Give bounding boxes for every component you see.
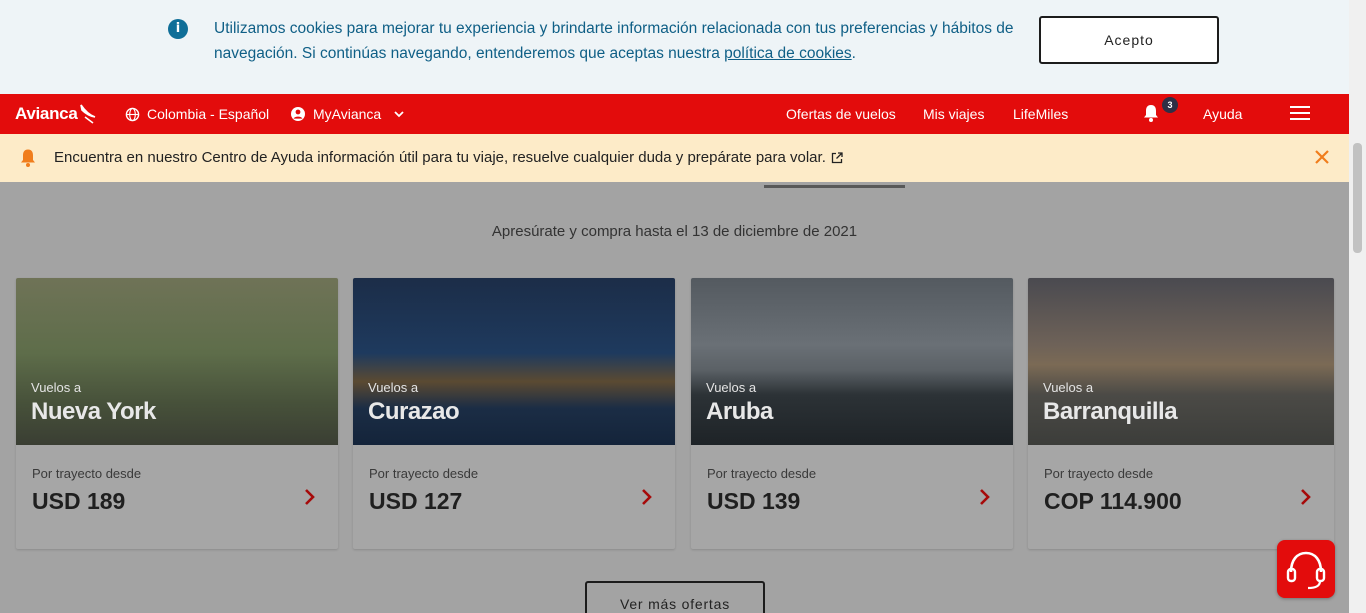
bell-icon[interactable]	[1142, 103, 1160, 123]
notification-badge: 3	[1162, 97, 1178, 113]
active-tab-indicator	[764, 185, 905, 188]
card-from-label: Por trayecto desde	[707, 466, 817, 481]
logo-text: Avianca	[15, 104, 78, 123]
offers-section: Apresúrate y compra hasta el 13 de dicie…	[0, 182, 1349, 613]
card-price: USD 139	[707, 488, 801, 514]
chevron-right-icon[interactable]	[304, 488, 316, 506]
main-navbar: Avianca Colombia - Español MyAvianca Ofe…	[0, 94, 1349, 134]
account-menu[interactable]: MyAvianca	[290, 106, 404, 122]
logo-bird-icon	[80, 104, 96, 124]
nav-help[interactable]: Ayuda	[1203, 106, 1242, 122]
offers-subtitle: Apresúrate y compra hasta el 13 de dicie…	[491, 223, 858, 240]
chevron-right-icon[interactable]	[979, 488, 991, 506]
headset-icon	[1286, 551, 1326, 590]
avianca-logo[interactable]: Avianca	[15, 103, 97, 125]
cookie-message: Utilizamos cookies para mejorar tu exper…	[214, 16, 1014, 66]
cookie-text: Utilizamos cookies para mejorar tu exper…	[214, 20, 1014, 62]
card-destination: Aruba	[706, 398, 773, 425]
cookie-trailing: .	[851, 45, 856, 62]
card-price: USD 127	[369, 488, 463, 514]
help-text: Encuentra en nuestro Centro de Ayuda inf…	[54, 149, 826, 166]
card-pre: Vuelos a	[31, 380, 82, 395]
page-scrollbar[interactable]	[1349, 0, 1366, 613]
country-selector[interactable]: Colombia - Español	[125, 106, 269, 122]
card-from-label: Por trayecto desde	[32, 466, 142, 481]
destination-photo: Vuelos a Aruba	[691, 278, 1013, 445]
support-chat-button[interactable]	[1277, 540, 1335, 598]
menu-icon[interactable]	[1290, 106, 1310, 122]
chevron-right-icon[interactable]	[641, 488, 653, 506]
accept-cookies-button[interactable]: Acepto	[1039, 16, 1219, 64]
nav-link-lifemiles[interactable]: LifeMiles	[1013, 106, 1068, 122]
destination-photo: Vuelos a Curazao	[353, 278, 675, 445]
nav-link-mis-viajes[interactable]: Mis viajes	[923, 106, 984, 122]
help-message[interactable]: Encuentra en nuestro Centro de Ayuda inf…	[54, 149, 843, 166]
card-destination: Barranquilla	[1043, 398, 1178, 425]
destination-photo: Vuelos a Barranquilla	[1028, 278, 1334, 445]
country-label: Colombia - Español	[147, 106, 270, 122]
offer-card-curazao[interactable]: Vuelos a Curazao Por trayecto desde USD …	[353, 278, 675, 549]
card-price: COP 114.900	[1044, 488, 1182, 514]
card-pre: Vuelos a	[1043, 380, 1094, 395]
card-destination: Curazao	[368, 398, 460, 425]
destination-photo: Vuelos a Nueva York	[16, 278, 338, 445]
card-pre: Vuelos a	[368, 380, 419, 395]
user-icon	[291, 107, 305, 121]
help-center-banner: Encuentra en nuestro Centro de Ayuda inf…	[0, 134, 1349, 182]
scrollbar-thumb[interactable]	[1353, 143, 1362, 253]
account-label: MyAvianca	[313, 106, 382, 122]
bell-icon	[21, 149, 35, 167]
card-from-label: Por trayecto desde	[369, 466, 479, 481]
card-destination: Nueva York	[31, 398, 156, 425]
card-pre: Vuelos a	[706, 380, 757, 395]
card-from-label: Por trayecto desde	[1044, 466, 1154, 481]
cookie-banner: i Utilizamos cookies para mejorar tu exp…	[0, 0, 1349, 94]
external-link-icon	[831, 151, 843, 163]
chevron-down-icon	[394, 111, 404, 118]
cookie-policy-link[interactable]: política de cookies	[724, 45, 852, 62]
chevron-right-icon[interactable]	[1300, 488, 1312, 506]
info-icon: i	[168, 19, 188, 39]
offer-card-nueva-york[interactable]: Vuelos a Nueva York Por trayecto desde U…	[16, 278, 338, 549]
close-icon[interactable]	[1313, 148, 1331, 166]
card-price: USD 189	[32, 488, 126, 514]
offer-card-aruba[interactable]: Vuelos a Aruba Por trayecto desde USD 13…	[691, 278, 1013, 549]
more-offers-button[interactable]: Ver más ofertas	[585, 581, 765, 613]
nav-link-ofertas[interactable]: Ofertas de vuelos	[786, 106, 896, 122]
globe-icon	[125, 107, 140, 121]
offer-card-barranquilla[interactable]: Vuelos a Barranquilla Por trayecto desde…	[1028, 278, 1334, 549]
